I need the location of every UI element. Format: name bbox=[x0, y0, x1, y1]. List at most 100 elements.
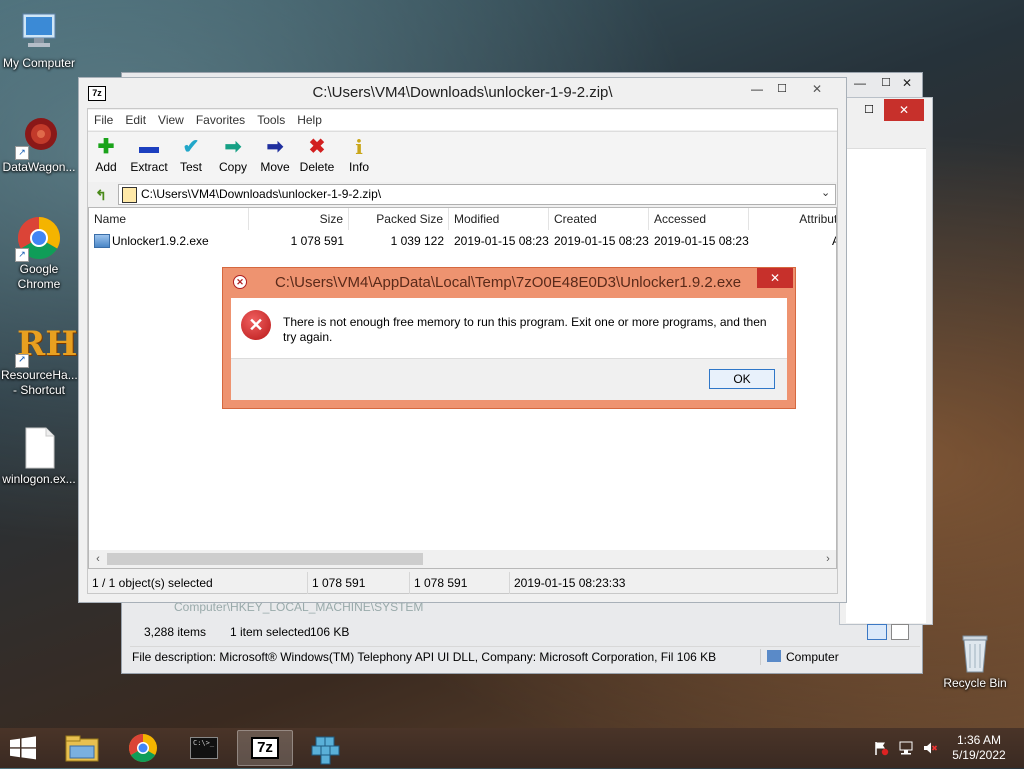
col-size[interactable]: Size bbox=[249, 208, 349, 230]
copy-button[interactable]: ➡ Copy bbox=[211, 134, 255, 174]
extract-label: Extract bbox=[130, 160, 168, 174]
back-close-button[interactable]: ✕ bbox=[892, 73, 922, 93]
menu-tools[interactable]: Tools bbox=[251, 110, 291, 130]
sevenzip-maximize-button[interactable]: ☐ bbox=[769, 78, 795, 100]
desktop-icon-winlogon[interactable]: winlogon.ex... bbox=[1, 426, 77, 487]
back-inner-close-button[interactable]: ✕ bbox=[884, 99, 924, 121]
add-button[interactable]: ✚ Add bbox=[84, 134, 128, 174]
taskbar-cmd[interactable]: C:\>_ bbox=[176, 730, 232, 766]
desktop-icon-my-computer[interactable]: My Computer bbox=[1, 10, 77, 71]
move-button[interactable]: ➡ Move bbox=[253, 134, 297, 174]
scrollbar-thumb[interactable] bbox=[107, 553, 423, 565]
row-modified: 2019-01-15 08:23 bbox=[454, 234, 549, 248]
taskbar-7zip[interactable]: 7z bbox=[237, 730, 293, 766]
delete-button[interactable]: ✖ Delete bbox=[295, 134, 339, 174]
address-bar[interactable]: C:\Users\VM4\Downloads\unlocker-1-9-2.zi… bbox=[118, 184, 836, 205]
test-icon: ✔ bbox=[182, 136, 200, 158]
clock-date: 5/19/2022 bbox=[952, 748, 1006, 762]
start-button[interactable] bbox=[8, 736, 38, 760]
sevenzip-close-button[interactable]: ✕ bbox=[795, 78, 839, 100]
scroll-right-icon[interactable]: › bbox=[821, 551, 835, 567]
test-button[interactable]: ✔ Test bbox=[169, 134, 213, 174]
extract-button[interactable]: ▬ Extract bbox=[127, 134, 171, 174]
delete-icon: ✖ bbox=[308, 136, 326, 158]
back-window-inner[interactable]: ☐ ✕ bbox=[840, 98, 932, 624]
ok-button[interactable]: OK bbox=[709, 369, 775, 389]
sevenzip-minimize-button[interactable]: — bbox=[744, 78, 770, 100]
details-view-icon[interactable] bbox=[867, 624, 887, 640]
windows-logo-icon bbox=[10, 736, 36, 760]
recycle-bin-icon bbox=[953, 630, 997, 674]
desktop-icon-recycle-bin[interactable]: Recycle Bin bbox=[937, 630, 1013, 691]
info-label: Info bbox=[348, 160, 369, 174]
col-attribute[interactable]: Attribute bbox=[749, 208, 836, 230]
file-icon bbox=[17, 426, 61, 470]
selected-size: 106 KB bbox=[310, 625, 350, 639]
selected-count: 1 item selected bbox=[230, 625, 311, 639]
col-name[interactable]: Name bbox=[89, 208, 249, 230]
desktop-icon-label: winlogon.ex... bbox=[2, 472, 76, 486]
taskbar-registry-editor[interactable] bbox=[298, 730, 354, 766]
zip-icon bbox=[122, 187, 137, 203]
volume-muted-icon[interactable] bbox=[922, 740, 938, 756]
action-center-flag-icon[interactable] bbox=[873, 740, 889, 756]
back-minimize-button[interactable]: — bbox=[847, 73, 873, 93]
col-modified[interactable]: Modified bbox=[449, 208, 549, 230]
location-label: Computer bbox=[786, 650, 839, 664]
list-header: Name Size Packed Size Modified Created A… bbox=[89, 208, 836, 230]
desktop-icon-datawagon[interactable]: ↗ DataWagon... bbox=[1, 114, 77, 175]
test-label: Test bbox=[179, 160, 202, 174]
taskbar-file-explorer[interactable] bbox=[54, 730, 110, 766]
error-message: There is not enough free memory to run t… bbox=[283, 315, 767, 344]
dialog-title-error-icon: ✕ bbox=[233, 275, 247, 289]
clock[interactable]: 1:36 AM 5/19/2022 bbox=[944, 733, 1014, 763]
chrome-icon bbox=[129, 734, 157, 762]
dialog-footer: OK bbox=[231, 358, 787, 400]
network-icon[interactable] bbox=[898, 740, 914, 756]
info-button[interactable]: i Info bbox=[337, 134, 381, 174]
taskbar-chrome[interactable] bbox=[115, 730, 171, 766]
sevenzip-statusbar: 1 / 1 object(s) selected 1 078 591 1 078… bbox=[88, 572, 837, 594]
menu-help[interactable]: Help bbox=[291, 110, 328, 130]
desktop-icon-label: My Computer bbox=[2, 56, 76, 70]
chrome-icon: ↗ bbox=[15, 216, 61, 262]
error-icon: ✕ bbox=[241, 310, 271, 340]
menu-edit[interactable]: Edit bbox=[119, 110, 152, 130]
desktop-icon-resourcehacker[interactable]: RH ↗ ResourceHa... - Shortcut bbox=[1, 322, 78, 398]
scroll-left-icon[interactable]: ‹ bbox=[91, 551, 105, 567]
menu-view[interactable]: View bbox=[152, 110, 190, 130]
menu-file[interactable]: File bbox=[88, 110, 119, 130]
file-description: File description: Microsoft® Windows(TM)… bbox=[132, 650, 717, 664]
row-created: 2019-01-15 08:23 bbox=[554, 234, 649, 248]
shortcut-arrow-icon: ↗ bbox=[15, 354, 29, 368]
computer-small-icon bbox=[767, 650, 781, 662]
copy-label: Copy bbox=[218, 160, 247, 174]
col-created[interactable]: Created bbox=[549, 208, 649, 230]
horizontal-scrollbar[interactable]: ‹ › bbox=[89, 550, 836, 568]
status-size: 1 078 591 bbox=[308, 572, 410, 594]
desktop-icon-label: DataWagon... bbox=[2, 160, 76, 174]
add-label: Add bbox=[95, 160, 117, 174]
row-packed-size: 1 039 122 bbox=[390, 234, 444, 248]
error-dialog[interactable]: ✕ C:\Users\VM4\AppData\Local\Temp\7zO0E4… bbox=[223, 268, 795, 408]
menu-favorites[interactable]: Favorites bbox=[190, 110, 251, 130]
desktop-icon-google-chrome[interactable]: ↗ Google Chrome bbox=[1, 216, 77, 292]
back-inner-minimize-button[interactable]: ☐ bbox=[856, 100, 882, 120]
sevenzip-title: C:\Users\VM4\Downloads\unlocker-1-9-2.zi… bbox=[312, 84, 613, 101]
row-accessed: 2019-01-15 08:23 bbox=[654, 234, 749, 248]
desktop-icon-label: Recycle Bin bbox=[943, 676, 1007, 690]
col-packed-size[interactable]: Packed Size bbox=[349, 208, 449, 230]
status-selected: 1 / 1 object(s) selected bbox=[88, 572, 308, 594]
7zip-icon: 7z bbox=[251, 737, 279, 759]
dialog-title: C:\Users\VM4\AppData\Local\Temp\7zO0E48E… bbox=[274, 274, 742, 291]
add-icon: ✚ bbox=[97, 136, 115, 158]
col-accessed[interactable]: Accessed bbox=[649, 208, 749, 230]
chevron-down-icon[interactable]: ⌄ bbox=[821, 186, 830, 199]
dialog-close-button[interactable]: ✕ bbox=[757, 268, 793, 288]
large-icons-view-icon[interactable] bbox=[891, 624, 909, 640]
status-packed: 1 078 591 bbox=[410, 572, 510, 594]
table-row[interactable]: Unlocker1.9.2.exe 1 078 591 1 039 122 20… bbox=[89, 232, 836, 250]
up-folder-button[interactable]: ↰ bbox=[92, 186, 110, 204]
back-inner-content bbox=[846, 148, 926, 623]
datawagon-icon: ↗ bbox=[15, 114, 61, 160]
